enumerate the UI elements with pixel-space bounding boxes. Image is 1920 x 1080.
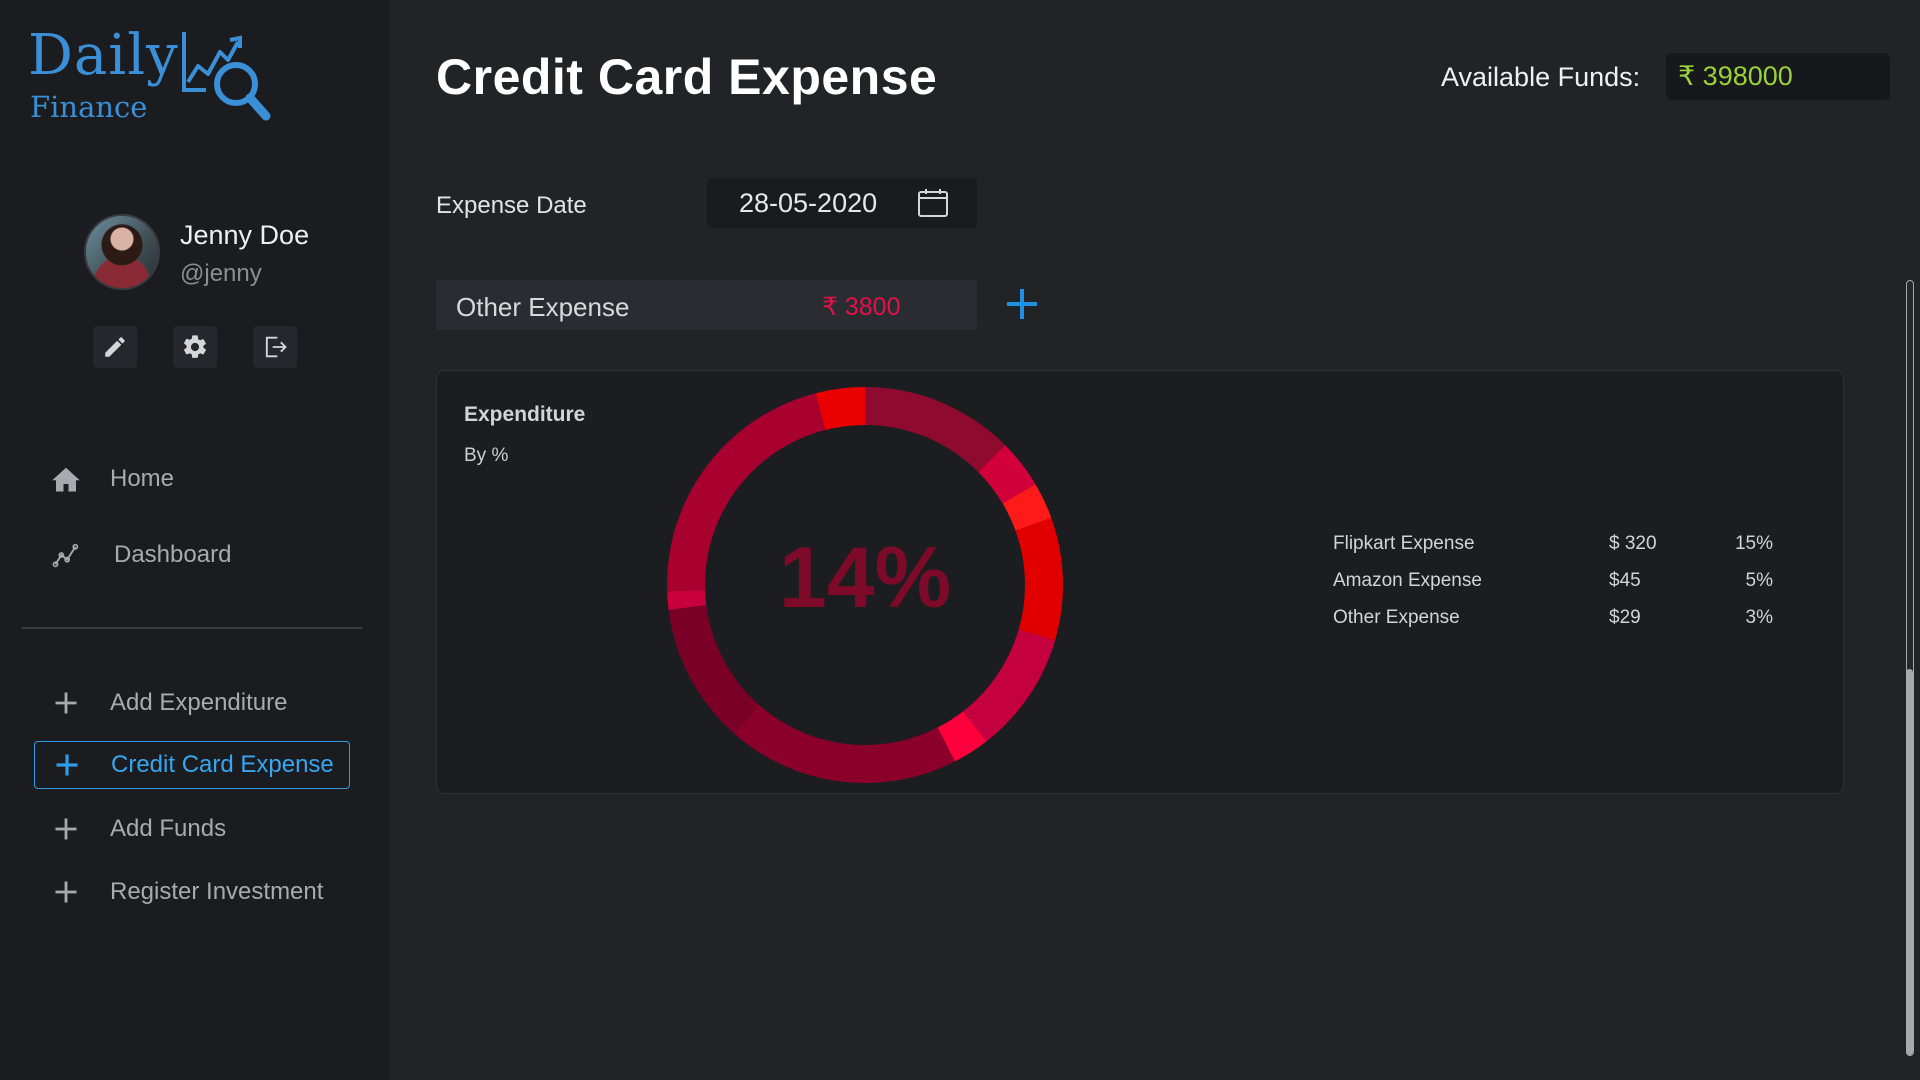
expense-name: Other Expense xyxy=(456,292,630,322)
plus-icon xyxy=(55,818,77,840)
edit-profile-button[interactable] xyxy=(93,326,137,368)
legend-amount: $ 320 xyxy=(1609,533,1657,554)
legend-row: Flipkart Expense $ 320 15% xyxy=(1333,533,1773,570)
sidebar-divider xyxy=(22,627,362,629)
profile-handle: @jenny xyxy=(180,260,262,287)
legend-name: Other Expense xyxy=(1333,607,1460,628)
logo-sub: Finance xyxy=(30,90,148,124)
legend-name: Amazon Expense xyxy=(1333,570,1482,591)
donut-segment[interactable] xyxy=(1015,517,1063,641)
donut-segment[interactable] xyxy=(668,605,760,734)
donut-center-label: 14% xyxy=(779,530,951,626)
nav-item-home[interactable]: Home xyxy=(34,455,350,503)
plus-icon xyxy=(56,754,78,776)
logo-word: Daily xyxy=(28,23,179,88)
avatar[interactable] xyxy=(84,214,160,290)
scrollbar-thumb[interactable] xyxy=(1906,669,1913,1055)
plus-icon xyxy=(55,692,77,714)
logout-button[interactable] xyxy=(253,326,297,368)
sidebar-item-label: Add Expenditure xyxy=(110,689,288,716)
sidebar-item-add-funds[interactable]: Add Funds xyxy=(34,805,350,853)
donut-segment[interactable] xyxy=(865,387,1006,472)
settings-button[interactable] xyxy=(173,326,217,368)
logout-icon xyxy=(265,336,287,358)
plus-icon xyxy=(55,881,77,903)
expenditure-chart-card: Expenditure By % 14% Flipkart Expense $ … xyxy=(436,370,1844,794)
sidebar-item-label: Register Investment xyxy=(110,878,324,905)
donut-chart: 14% xyxy=(667,387,1063,783)
sidebar-item-label: Credit Card Expense xyxy=(111,751,334,778)
legend-percent: 15% xyxy=(1734,533,1773,554)
vertical-scrollbar[interactable] xyxy=(1906,280,1914,1056)
chart-title: Expenditure xyxy=(464,403,586,426)
legend-percent: 5% xyxy=(1745,570,1773,591)
calendar-icon[interactable] xyxy=(917,188,949,218)
legend-amount: $29 xyxy=(1609,607,1641,628)
legend-name: Flipkart Expense xyxy=(1333,533,1475,554)
legend-row: Other Expense $29 3% xyxy=(1333,607,1773,644)
nav-item-label: Dashboard xyxy=(114,541,232,568)
add-expense-button[interactable] xyxy=(1004,286,1040,322)
donut-segment[interactable] xyxy=(734,705,955,783)
donut-segment[interactable] xyxy=(963,629,1056,742)
plus-icon xyxy=(1007,289,1037,319)
sidebar-item-register-investment[interactable]: Register Investment xyxy=(34,868,350,916)
page-title: Credit Card Expense xyxy=(436,49,938,105)
sidebar-item-credit-card-expense[interactable]: Credit Card Expense xyxy=(34,741,350,789)
sidebar-item-add-expenditure[interactable]: Add Expenditure xyxy=(34,679,350,727)
magnifier-chart-icon xyxy=(182,32,271,121)
legend-amount: $45 xyxy=(1609,570,1641,591)
chart-subtitle: By % xyxy=(464,445,509,466)
profile-actions xyxy=(93,326,297,368)
sidebar: Daily Finance Jenny Doe @jenny Home Dash… xyxy=(0,0,390,1080)
available-funds-label: Available Funds: xyxy=(1441,62,1641,92)
expense-date-input[interactable]: 28-05-2020 xyxy=(707,178,977,228)
legend-row: Amazon Expense $45 5% xyxy=(1333,570,1773,607)
available-funds-value: ₹ 398000 xyxy=(1666,53,1890,100)
expense-date-value: 28-05-2020 xyxy=(739,187,878,218)
legend-percent: 3% xyxy=(1745,607,1773,628)
user-profile: Jenny Doe @jenny xyxy=(84,214,344,294)
profile-name: Jenny Doe xyxy=(180,220,310,250)
edit-icon xyxy=(105,337,125,357)
nav-item-label: Home xyxy=(110,465,175,492)
expense-entry-row[interactable]: Other Expense ₹ 3800 xyxy=(436,280,977,330)
chart-legend: Flipkart Expense $ 320 15% Amazon Expens… xyxy=(1333,533,1773,644)
expense-date-label: Expense Date xyxy=(436,192,587,219)
sidebar-item-label: Add Funds xyxy=(110,815,227,842)
app-logo[interactable]: Daily Finance xyxy=(28,24,288,128)
nav-item-dashboard[interactable]: Dashboard xyxy=(34,531,350,579)
chart-line-icon xyxy=(52,543,79,568)
gear-icon xyxy=(184,335,206,358)
home-icon xyxy=(52,467,80,492)
expense-amount: ₹ 3800 xyxy=(822,293,901,321)
